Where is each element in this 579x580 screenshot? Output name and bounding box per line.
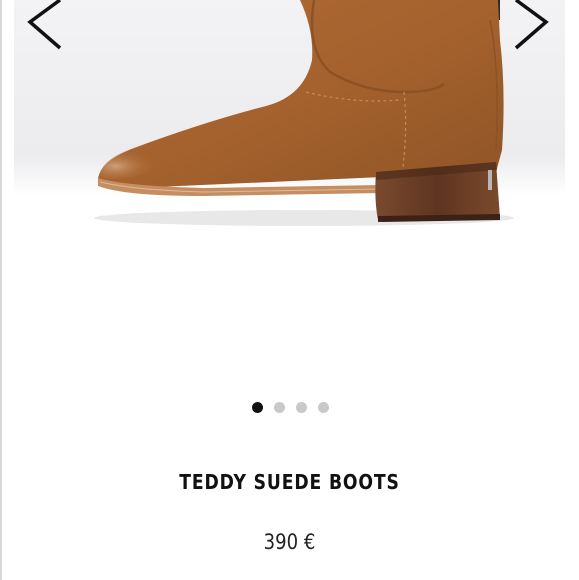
product-title: TEDDY SUEDE BOOTS (179, 470, 400, 494)
previous-image-button[interactable] (24, 0, 64, 56)
carousel-dot-2[interactable] (274, 402, 285, 413)
product-price: 390 € (263, 530, 316, 554)
product-photo[interactable] (14, 0, 565, 232)
chevron-left-icon (27, 0, 62, 50)
product-page: TEDDY SUEDE BOOTS 390 € (0, 0, 579, 580)
carousel-dot-4[interactable] (318, 402, 329, 413)
screen-edge (0, 0, 2, 580)
boot-image (14, 0, 565, 232)
carousel-dot-1[interactable] (252, 402, 263, 413)
carousel-indicators (0, 402, 579, 413)
carousel-dot-3[interactable] (296, 402, 307, 413)
chevron-right-icon (514, 0, 549, 50)
next-image-button[interactable] (512, 0, 552, 56)
